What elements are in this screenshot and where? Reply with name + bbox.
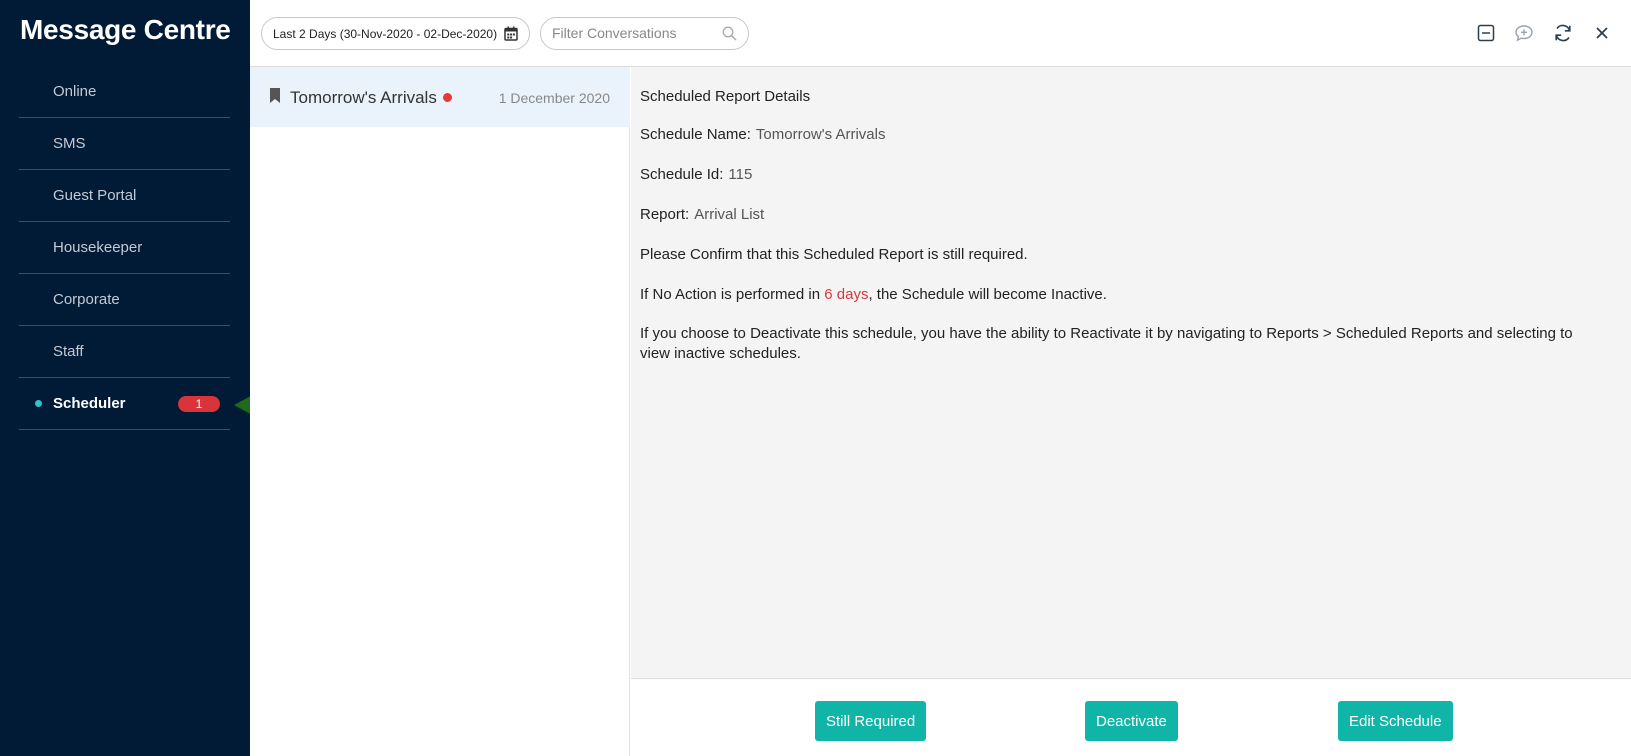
sidebar-item-online[interactable]: Online bbox=[19, 66, 230, 118]
detail-heading: Scheduled Report Details bbox=[640, 88, 811, 105]
unread-count-badge: 1 bbox=[178, 395, 220, 412]
inactive-warning-suffix: , the Schedule will become Inactive. bbox=[868, 286, 1107, 303]
sidebar-item-label: SMS bbox=[53, 135, 86, 152]
search-input[interactable] bbox=[552, 25, 712, 41]
sidebar-item-corporate[interactable]: Corporate bbox=[19, 274, 230, 326]
sidebar-item-label: Scheduler bbox=[53, 395, 126, 412]
report-row: Report: Arrival List bbox=[640, 206, 764, 223]
report-label: Report: bbox=[640, 206, 690, 223]
schedule-id-value: 115 bbox=[728, 166, 753, 183]
sidebar-item-label: Guest Portal bbox=[53, 187, 137, 204]
sidebar: Message Centre Online SMS Guest Portal H… bbox=[0, 0, 250, 756]
report-value: Arrival List bbox=[694, 206, 765, 223]
schedule-id-row: Schedule Id: 115 bbox=[640, 166, 752, 183]
sidebar-item-label: Online bbox=[53, 83, 97, 100]
schedule-name-value: Tomorrow's Arrivals bbox=[755, 126, 886, 143]
days-remaining: 6 days bbox=[824, 286, 869, 303]
conversation-title: Tomorrow's Arrivals bbox=[290, 88, 452, 108]
deactivate-info-text: If you choose to Deactivate this schedul… bbox=[640, 325, 1573, 362]
minimize-icon[interactable] bbox=[1475, 22, 1497, 44]
filter-conversations-search bbox=[540, 17, 749, 50]
sidebar-item-staff[interactable]: Staff bbox=[19, 326, 230, 378]
unread-indicator-dot bbox=[442, 93, 452, 102]
search-icon[interactable] bbox=[722, 26, 737, 46]
sidebar-item-label: Corporate bbox=[53, 291, 120, 308]
conversation-title-text: Tomorrow's Arrivals bbox=[290, 88, 437, 107]
date-range-picker[interactable]: Last 2 Days (30-Nov-2020 - 02-Dec-2020) bbox=[261, 17, 530, 50]
still-required-button[interactable]: Still Required bbox=[815, 701, 927, 741]
conversation-list: Tomorrow's Arrivals 1 December 2020 bbox=[250, 67, 630, 756]
sidebar-item-label: Staff bbox=[53, 343, 84, 360]
date-range-label: Last 2 Days (30-Nov-2020 - 02-Dec-2020) bbox=[273, 26, 498, 41]
edit-schedule-button[interactable]: Edit Schedule bbox=[1338, 701, 1453, 741]
calendar-icon bbox=[504, 26, 518, 44]
app-title: Message Centre bbox=[20, 14, 231, 45]
sidebar-item-label: Housekeeper bbox=[53, 239, 143, 256]
confirm-text: Please Confirm that this Scheduled Repor… bbox=[640, 246, 1028, 263]
inactive-warning-prefix: If No Action is performed in bbox=[640, 286, 825, 303]
deactivate-button[interactable]: Deactivate bbox=[1085, 701, 1178, 741]
top-toolbar: Last 2 Days (30-Nov-2020 - 02-Dec-2020) bbox=[250, 0, 1631, 67]
refresh-icon[interactable] bbox=[1552, 22, 1574, 44]
list-item[interactable]: Tomorrow's Arrivals 1 December 2020 bbox=[250, 67, 630, 127]
inactive-warning-text: If No Action is performed in 6 days, the… bbox=[640, 286, 1107, 303]
close-icon[interactable] bbox=[1591, 22, 1613, 44]
bookmark-icon bbox=[269, 88, 281, 108]
active-indicator-dot bbox=[35, 400, 42, 407]
sidebar-item-housekeeper[interactable]: Housekeeper bbox=[19, 222, 230, 274]
sidebar-item-sms[interactable]: SMS bbox=[19, 118, 230, 170]
schedule-name-row: Schedule Name: Tomorrow's Arrivals bbox=[640, 126, 885, 143]
schedule-id-label: Schedule Id: bbox=[640, 166, 724, 183]
schedule-name-label: Schedule Name: bbox=[640, 126, 751, 143]
action-footer: Still Required Deactivate Edit Schedule bbox=[631, 678, 1631, 756]
message-detail-pane: Scheduled Report Details Schedule Name: T… bbox=[631, 67, 1631, 678]
new-message-icon[interactable] bbox=[1513, 22, 1535, 44]
sidebar-item-scheduler[interactable]: Scheduler 1 bbox=[19, 378, 230, 430]
sidebar-item-guest-portal[interactable]: Guest Portal bbox=[19, 170, 230, 222]
conversation-date: 1 December 2020 bbox=[498, 90, 610, 106]
sidebar-nav: Online SMS Guest Portal Housekeeper Corp… bbox=[19, 66, 230, 430]
